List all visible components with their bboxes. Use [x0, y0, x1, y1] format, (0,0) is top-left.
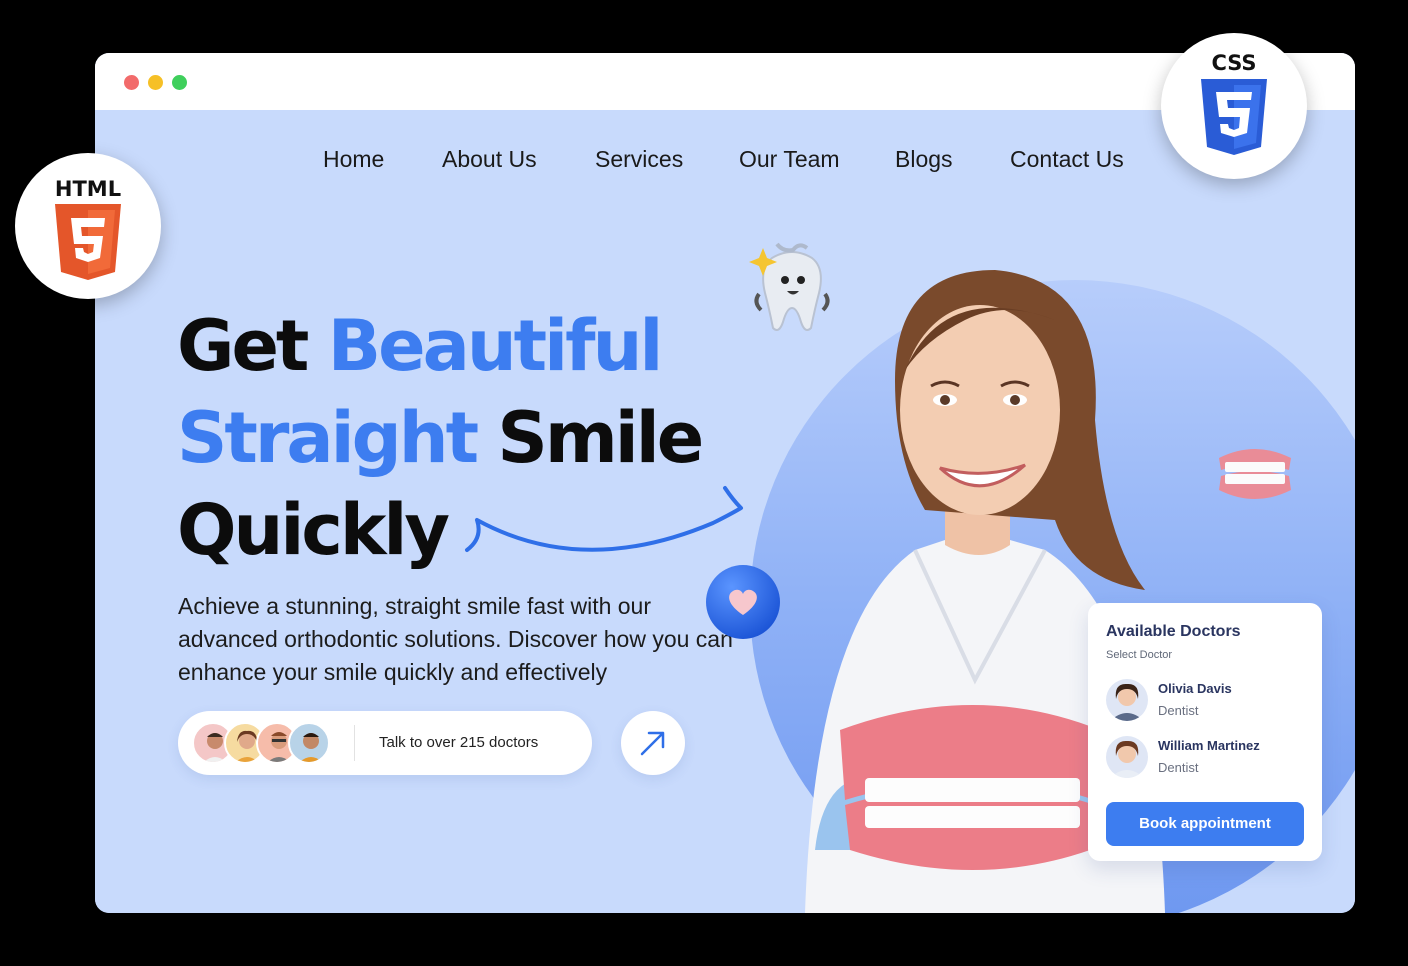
landing-page: Home About Us Services Our Team Blogs Co…: [95, 110, 1355, 913]
doctor-role: Dentist: [1158, 760, 1199, 775]
nav-services[interactable]: Services: [595, 146, 683, 173]
headline-word-get: Get: [177, 305, 309, 387]
dentures-icon: [1219, 449, 1291, 499]
headline-word-straight: Straight: [177, 397, 479, 479]
arrow-cta-button[interactable]: [621, 711, 685, 775]
doctor-name: Olivia Davis: [1158, 681, 1232, 696]
doctor-role: Dentist: [1158, 703, 1199, 718]
nav-about-us[interactable]: About Us: [442, 146, 537, 173]
css3-icon: [1201, 79, 1267, 155]
html5-badge: HTML: [15, 153, 161, 299]
doctor-name: William Martinez: [1158, 738, 1260, 753]
pill-divider: [354, 725, 355, 761]
arrow-up-right-icon: [640, 731, 665, 756]
headline-word-beautiful: Beautiful: [327, 305, 664, 387]
card-subtitle: Select Doctor: [1106, 649, 1173, 661]
talk-to-doctors-pill[interactable]: Talk to over 215 doctors: [178, 711, 592, 775]
css3-badge: CSS: [1161, 33, 1307, 179]
css-badge-label: CSS: [1211, 51, 1257, 75]
html5-icon: [55, 204, 121, 280]
doctor-avatar-4: [288, 722, 330, 764]
doctor-row-william-martinez[interactable]: William Martinez Dentist: [1106, 736, 1306, 782]
nav-home[interactable]: Home: [323, 146, 384, 173]
smile-curve-decoration: [465, 486, 743, 552]
close-window-dot[interactable]: [124, 75, 139, 90]
nav-contact-us[interactable]: Contact Us: [1010, 146, 1124, 173]
book-appointment-button[interactable]: Book appointment: [1106, 802, 1304, 846]
nav-our-team[interactable]: Our Team: [739, 146, 840, 173]
doctor-avatar: [1106, 736, 1148, 778]
minimize-window-dot[interactable]: [148, 75, 163, 90]
main-nav: Home About Us Services Our Team Blogs Co…: [95, 146, 1355, 176]
doctor-row-olivia-davis[interactable]: Olivia Davis Dentist: [1106, 679, 1306, 725]
nav-blogs[interactable]: Blogs: [895, 146, 953, 173]
browser-window: Home About Us Services Our Team Blogs Co…: [95, 53, 1355, 913]
card-title: Available Doctors: [1106, 623, 1241, 640]
talk-to-doctors-text: Talk to over 215 doctors: [379, 734, 539, 751]
available-doctors-card: Available Doctors Select Doctor Olivia D…: [1088, 603, 1322, 861]
html-badge-label: HTML: [54, 177, 122, 201]
maximize-window-dot[interactable]: [172, 75, 187, 90]
doctor-avatar: [1106, 679, 1148, 721]
headline-word-quickly: Quickly: [177, 489, 450, 571]
hero-description: Achieve a stunning, straight smile fast …: [178, 593, 733, 685]
